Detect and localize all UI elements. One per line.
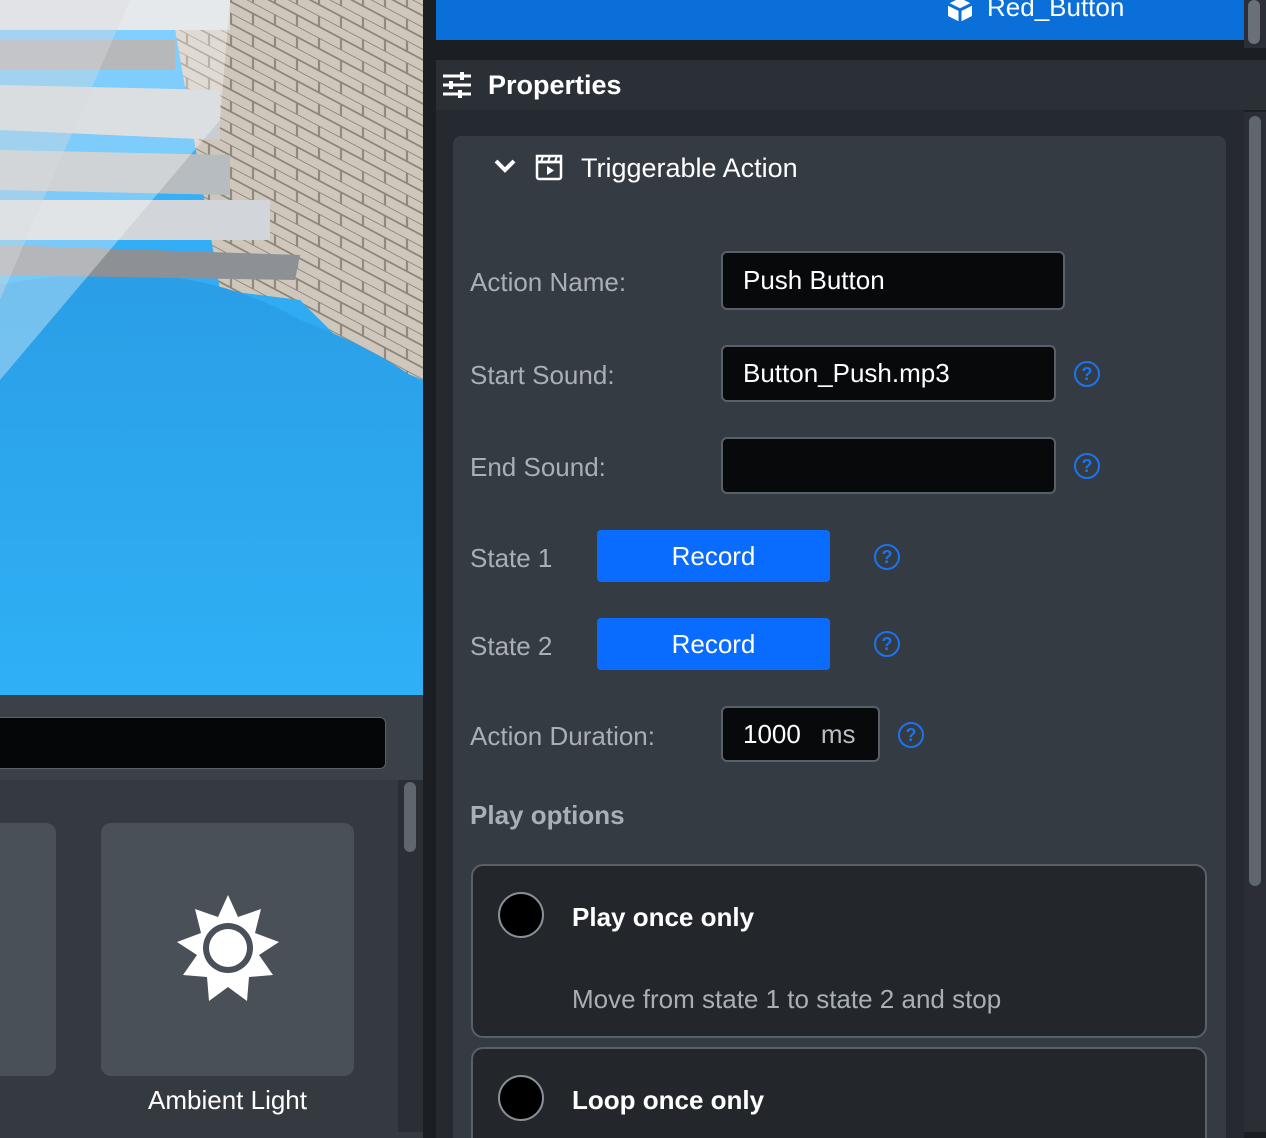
action-duration-value: 1000 bbox=[743, 718, 801, 749]
state-1-label: State 1 bbox=[470, 543, 553, 573]
asset-tile[interactable] bbox=[0, 823, 56, 1076]
option-description: Move from state 1 to state 2 and stop bbox=[572, 984, 1002, 1014]
action-duration-unit: ms bbox=[820, 718, 856, 749]
selected-item-label: Red_Button bbox=[987, 0, 1125, 22]
loop-option-card[interactable]: Loop once only bbox=[471, 1047, 1207, 1138]
assets-scrollbar-thumb[interactable] bbox=[404, 782, 416, 852]
help-icon[interactable]: ? bbox=[1074, 453, 1100, 479]
option-title: Play once only bbox=[572, 902, 755, 932]
help-icon[interactable]: ? bbox=[874, 631, 900, 657]
sun-icon bbox=[177, 895, 279, 1001]
option-title: Loop once only bbox=[572, 1085, 765, 1115]
start-sound-label: Start Sound: bbox=[470, 360, 615, 390]
state-2-label: State 2 bbox=[470, 631, 553, 661]
radio-button[interactable] bbox=[498, 1075, 544, 1121]
action-name-label: Action Name: bbox=[470, 267, 627, 297]
play-options-heading: Play options bbox=[470, 800, 625, 830]
end-sound-label: End Sound: bbox=[470, 452, 606, 482]
end-sound-field[interactable] bbox=[721, 437, 1056, 494]
state-2-record-button[interactable]: Record bbox=[597, 618, 830, 670]
help-icon[interactable]: ? bbox=[898, 722, 924, 748]
outliner-selected-item[interactable]: Red_Button bbox=[436, 0, 1244, 40]
asset-tile-ambient-light[interactable] bbox=[101, 823, 354, 1076]
action-duration-label: Action Duration: bbox=[470, 721, 655, 751]
sliders-icon bbox=[443, 72, 471, 98]
help-icon[interactable]: ? bbox=[1074, 361, 1100, 387]
3d-viewport[interactable] bbox=[0, 0, 423, 695]
asset-label-ambient-light: Ambient Light bbox=[148, 1085, 307, 1115]
help-icon[interactable]: ? bbox=[874, 544, 900, 570]
properties-scrollbar-thumb[interactable] bbox=[1249, 116, 1261, 886]
properties-title: Properties bbox=[488, 70, 622, 100]
radio-button[interactable] bbox=[498, 892, 544, 938]
chevron-down-icon[interactable] bbox=[493, 157, 517, 175]
play-option-card[interactable]: Play once only Move from state 1 to stat… bbox=[471, 864, 1207, 1038]
cube-icon bbox=[947, 0, 973, 22]
state-1-record-button[interactable]: Record bbox=[597, 530, 830, 582]
outliner-scrollbar-thumb[interactable] bbox=[1248, 0, 1260, 44]
start-sound-field[interactable]: Button_Push.mp3 bbox=[721, 345, 1056, 402]
clapperboard-icon bbox=[535, 154, 563, 181]
action-name-field[interactable]: Push Button bbox=[721, 251, 1065, 310]
asset-search-input[interactable] bbox=[0, 717, 386, 769]
viewport-scene bbox=[0, 0, 423, 695]
section-title[interactable]: Triggerable Action bbox=[581, 153, 798, 184]
action-duration-field[interactable]: 1000 ms bbox=[721, 706, 880, 762]
